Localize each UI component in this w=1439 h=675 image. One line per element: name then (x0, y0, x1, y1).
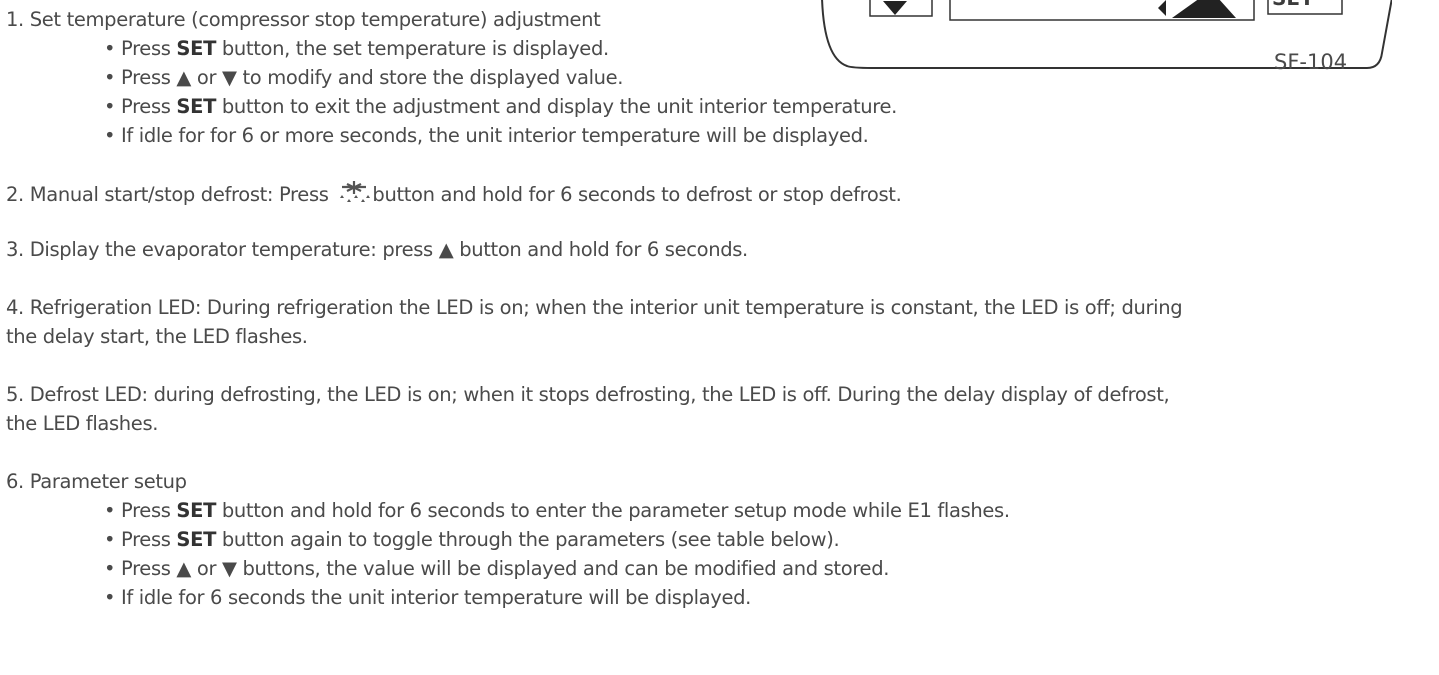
set-keyword: SET (176, 37, 217, 60)
section-6-title: 6. Parameter setup (6, 470, 187, 493)
section-1-bullet-4: • If idle for for 6 or more seconds, the… (104, 124, 869, 147)
defrost-icon (340, 181, 371, 202)
section-6-bullet-4: • If idle for 6 seconds the unit interio… (104, 586, 751, 609)
bullet-text: • Press (104, 37, 177, 60)
bullet-text: button to exit the adjustment and displa… (216, 95, 898, 118)
section-2-text: 2. Manual start/stop defrost: Press butt… (6, 180, 902, 207)
section-2-pre: 2. Manual start/stop defrost: Press (6, 183, 335, 206)
bullet-text: button again to toggle through the param… (216, 528, 840, 551)
set-keyword: SET (176, 95, 217, 118)
section-6-bullet-3: • Press ▲ or ▼ buttons, the value will b… (104, 557, 890, 580)
bullet-text: button and hold for 6 seconds to enter t… (216, 499, 1010, 522)
section-4-line-2: the delay start, the LED flashes. (6, 325, 308, 348)
section-2-post: button and hold for 6 seconds to defrost… (372, 183, 902, 206)
section-5-line-1: 5. Defrost LED: during defrosting, the L… (6, 383, 1170, 406)
section-3-text: 3. Display the evaporator temperature: p… (6, 238, 748, 261)
section-6-bullet-1: • Press SET button and hold for 6 second… (104, 499, 1010, 523)
set-button-label: SET (1272, 0, 1314, 10)
section-1-title: 1. Set temperature (compressor stop temp… (6, 8, 601, 31)
model-label: SF-104 (1274, 50, 1348, 74)
up-triangle-icon (1158, 0, 1236, 18)
section-5-line-2: the LED flashes. (6, 412, 159, 435)
bullet-text: button, the set temperature is displayed… (216, 37, 609, 60)
section-1-bullet-3: • Press SET button to exit the adjustmen… (104, 95, 897, 119)
set-keyword: SET (176, 528, 217, 551)
section-1-bullet-2: • Press ▲ or ▼ to modify and store the d… (104, 66, 624, 89)
bullet-text: • Press (104, 499, 177, 522)
set-keyword: SET (176, 499, 217, 522)
section-1-bullet-1: • Press SET button, the set temperature … (104, 37, 609, 61)
down-triangle-icon (883, 1, 907, 15)
bullet-text: • Press (104, 95, 177, 118)
section-4-line-1: 4. Refrigeration LED: During refrigerati… (6, 296, 1183, 319)
section-6-bullet-2: • Press SET button again to toggle throu… (104, 528, 840, 552)
bullet-text: • Press (104, 528, 177, 551)
